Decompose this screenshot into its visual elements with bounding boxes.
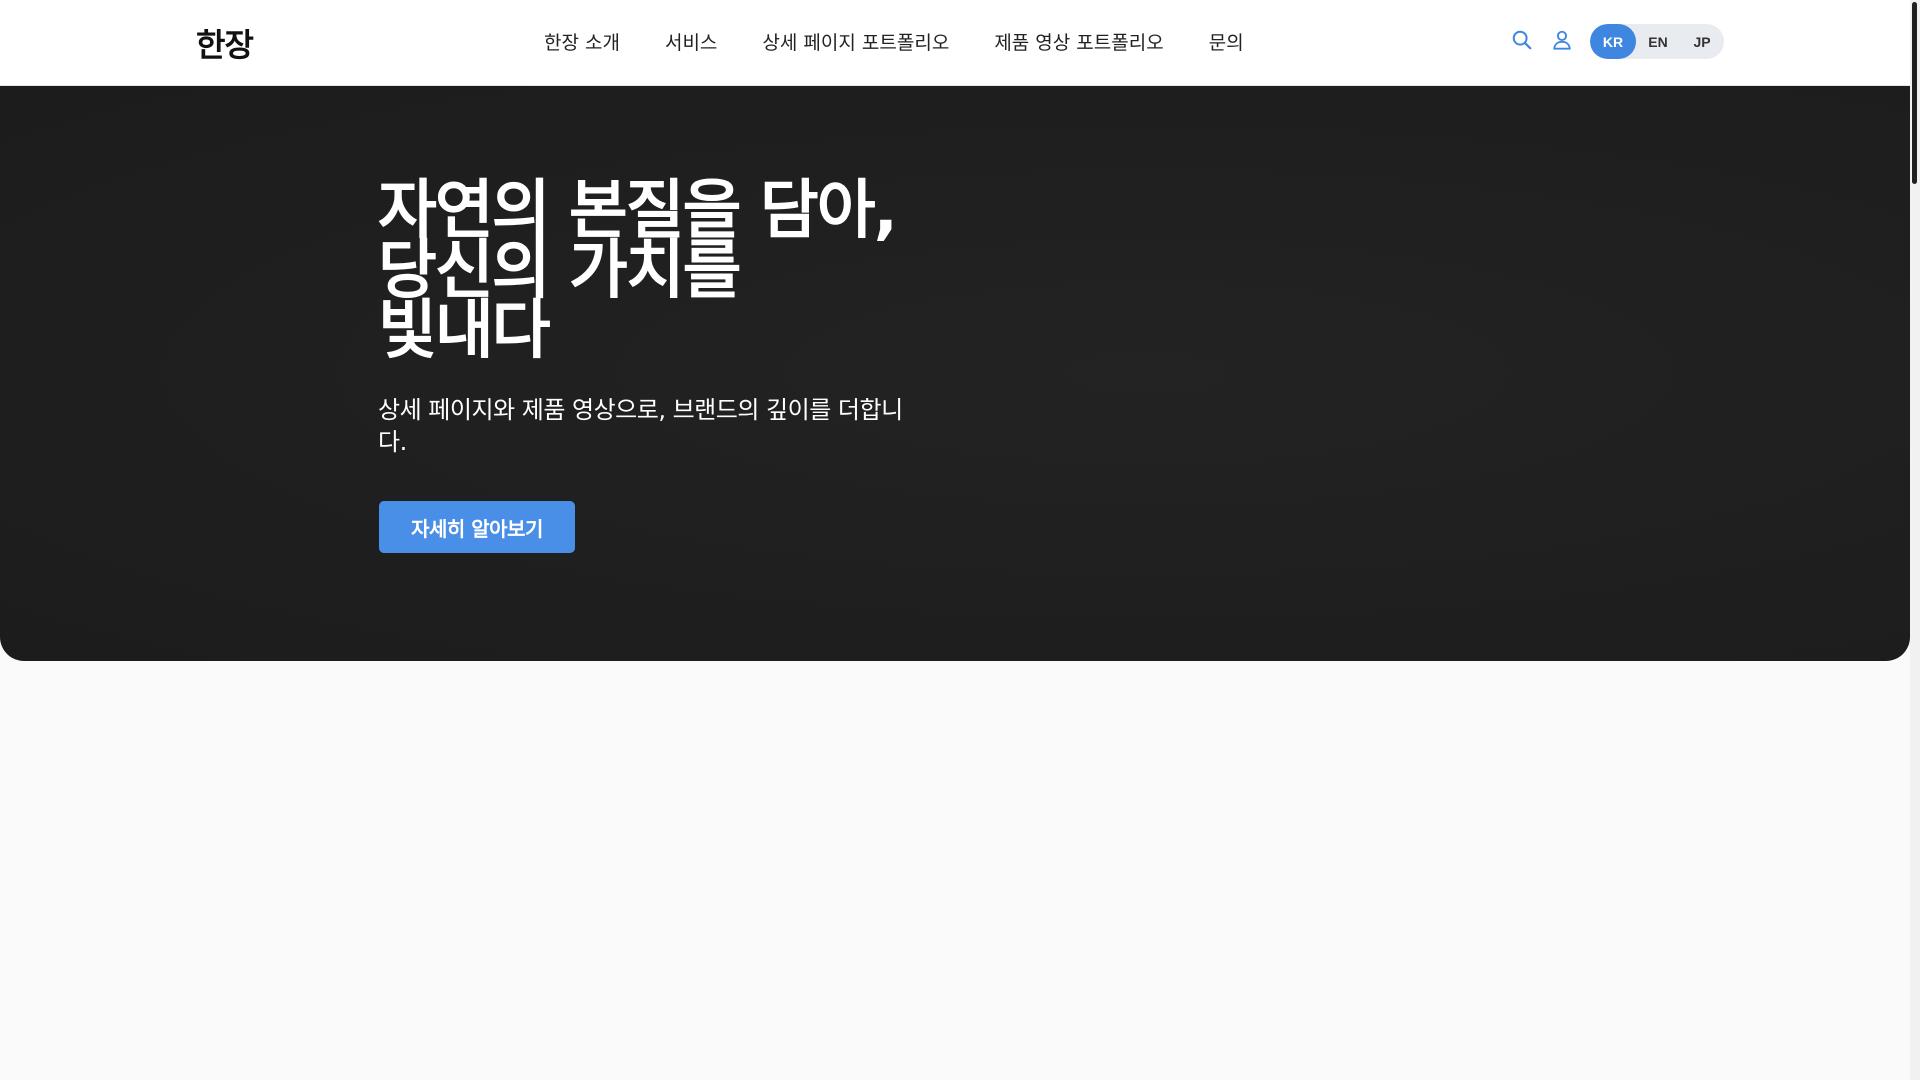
site-header: 한장 한장 소개 서비스 상세 페이지 포트폴리오 제품 영상 포트폴리오 문의 [0,0,1910,86]
nav-item-video-portfolio[interactable]: 제품 영상 포트폴리오 [994,28,1163,55]
nav-item-contact[interactable]: 문의 [1209,28,1244,55]
learn-more-button[interactable]: 자세히 알아보기 [379,501,575,553]
lang-jp-button[interactable]: JP [1680,24,1724,59]
hero-title: 자연의 본질을 담아, 당신의 가치를 빛내다 [378,174,898,368]
search-icon[interactable] [1510,28,1534,52]
logo[interactable]: 한장 [196,20,254,66]
nav-item-services[interactable]: 서비스 [665,28,717,55]
header-icons [1510,28,1590,52]
page: 한장 한장 소개 서비스 상세 페이지 포트폴리오 제품 영상 포트폴리오 문의 [0,0,1920,1080]
main-nav: 한장 소개 서비스 상세 페이지 포트폴리오 제품 영상 포트폴리오 문의 [544,28,1244,55]
hero-subtitle: 상세 페이지와 제품 영상으로, 브랜드의 깊이를 더합니다. [378,396,903,456]
lang-kr-button[interactable]: KR [1590,24,1636,59]
hero-section: 자연의 본질을 담아, 당신의 가치를 빛내다 상세 페이지와 제품 영상으로,… [0,85,1910,661]
nav-item-about[interactable]: 한장 소개 [544,28,620,55]
user-icon[interactable] [1550,28,1574,52]
language-switch: KR EN JP [1590,24,1724,59]
page-scrollbar[interactable] [1910,0,1920,1080]
scrollbar-thumb[interactable] [1912,2,1917,184]
nav-item-detail-portfolio[interactable]: 상세 페이지 포트폴리오 [762,28,949,55]
lang-en-button[interactable]: EN [1636,24,1680,59]
